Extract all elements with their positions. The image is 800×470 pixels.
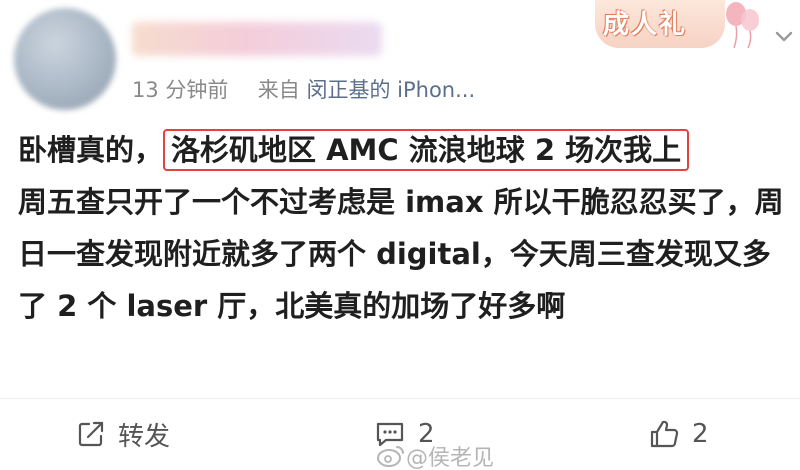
balloon-icon [726, 2, 759, 49]
coming-of-age-badge: 成人礼 [595, 0, 725, 48]
like-button[interactable]: 2 [648, 414, 709, 454]
badge-text: 成人礼 [603, 10, 688, 40]
like-count: 2 [692, 419, 709, 449]
post-time: 13 分钟前 [132, 78, 229, 102]
post-from-prefix: 来自 [257, 78, 300, 102]
forward-label: 转发 [118, 421, 171, 452]
avatar[interactable] [14, 8, 116, 110]
watermark-text: @侯老见 [406, 446, 495, 470]
weibo-logo-icon [377, 446, 404, 467]
weibo-post-card: 成人礼 13 分钟前 来自 闵正基的 iPhon... 卧槽真的， 洛杉矶地区 A… [0, 0, 800, 470]
thumbs-up-icon [650, 420, 679, 448]
post-lead-text: 卧槽真的， [18, 133, 164, 167]
share-icon [78, 421, 104, 447]
post-source-device[interactable]: 闵正基的 iPhon... [306, 78, 475, 102]
weibo-watermark: @侯老见 [376, 440, 494, 470]
post-meta: 13 分钟前 来自 闵正基的 iPhon... [132, 74, 475, 104]
post-rest-text: 周五查只开了一个不过考虑是 imax 所以干脆忍忍买了，周日一查发现附近就多了两… [18, 185, 784, 323]
footer-divider [0, 398, 800, 399]
highlighted-text: 洛杉矶地区 AMC 流浪地球 2 场次我上 [163, 129, 690, 171]
chevron-down-icon[interactable] [774, 30, 794, 44]
forward-button[interactable]: 转发 [76, 414, 170, 454]
post-body: 卧槽真的， 洛杉矶地区 AMC 流浪地球 2 场次我上 周五查只开了一个不过考虑是… [18, 124, 788, 332]
username-blurred[interactable] [132, 22, 382, 56]
